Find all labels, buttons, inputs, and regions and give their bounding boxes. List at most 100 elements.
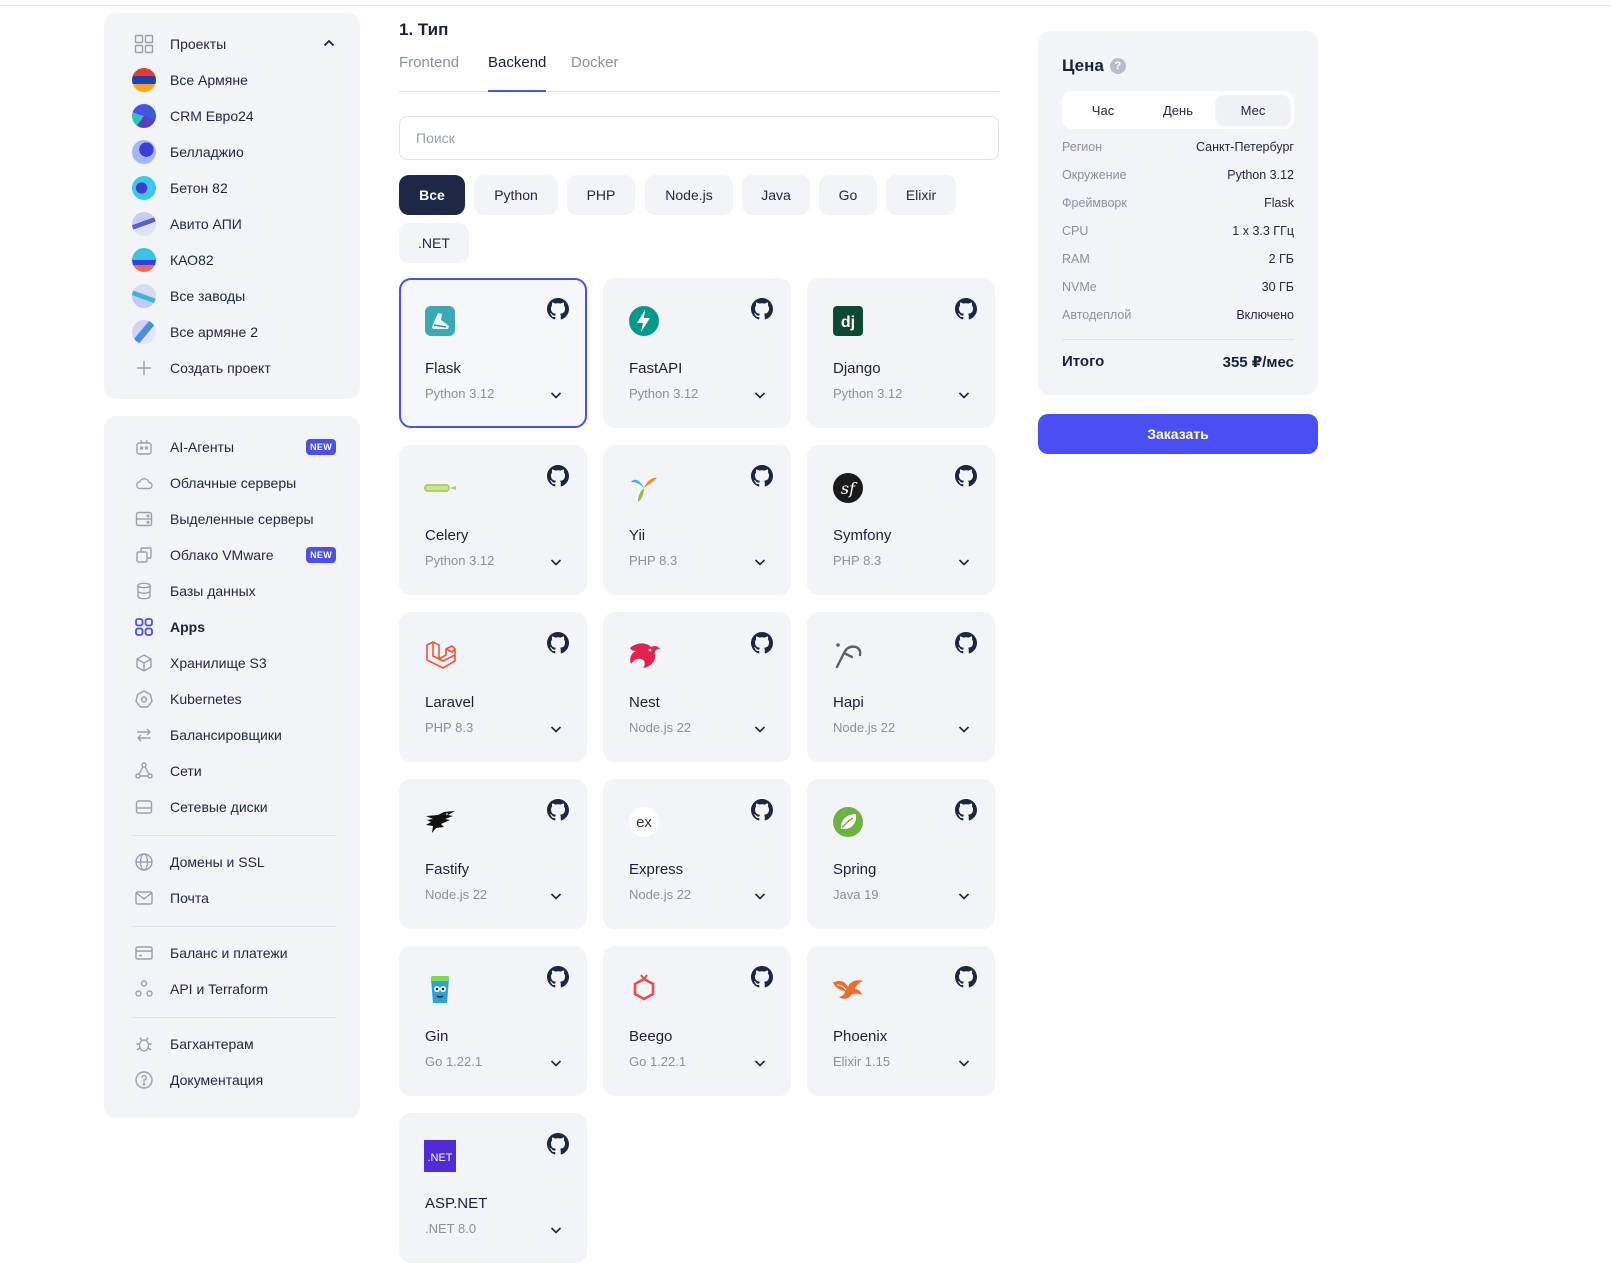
sidebar-item-databases[interactable]: Базы данных: [132, 575, 336, 607]
filter-chip-elixir[interactable]: Elixir: [886, 175, 956, 215]
filter-chip-php[interactable]: PHP: [567, 175, 635, 215]
project-item[interactable]: Авито АПИ: [132, 208, 336, 240]
project-item[interactable]: Все Армяне: [132, 64, 336, 96]
sidebar-item-bughunters[interactable]: Багхантерам: [132, 1028, 336, 1060]
github-icon[interactable]: [547, 465, 569, 487]
github-icon[interactable]: [955, 966, 977, 988]
chevron-down-icon[interactable]: [957, 722, 971, 741]
github-icon[interactable]: [547, 298, 569, 320]
sidebar-item-vmware[interactable]: Облако VMware NEW: [132, 539, 336, 571]
chevron-down-icon[interactable]: [957, 388, 971, 407]
chevron-down-icon[interactable]: [549, 388, 563, 407]
chevron-down-icon[interactable]: [753, 388, 767, 407]
framework-card[interactable]: Celery Python 3.12: [399, 445, 587, 595]
framework-card[interactable]: Beego Go 1.22.1: [603, 946, 791, 1096]
chevron-down-icon[interactable]: [957, 555, 971, 574]
sidebar-item-label: Kubernetes: [170, 691, 242, 707]
github-icon[interactable]: [955, 632, 977, 654]
framework-card[interactable]: Yii PHP 8.3: [603, 445, 791, 595]
sidebar-item-network-disks[interactable]: Сетевые диски: [132, 791, 336, 823]
chevron-down-icon[interactable]: [753, 889, 767, 908]
sidebar-item-balance[interactable]: Баланс и платежи: [132, 937, 336, 969]
github-icon[interactable]: [751, 966, 773, 988]
framework-card[interactable]: Gin Go 1.22.1: [399, 946, 587, 1096]
database-icon: [132, 579, 156, 603]
chevron-down-icon[interactable]: [957, 1056, 971, 1075]
framework-runtime: PHP 8.3: [629, 553, 678, 568]
create-project-button[interactable]: Создать проект: [132, 352, 336, 384]
filter-chip-nodejs[interactable]: Node.js: [645, 175, 733, 215]
framework-card[interactable]: Hapi Node.js 22: [807, 612, 995, 762]
framework-card[interactable]: sf Symfony PHP 8.3: [807, 445, 995, 595]
tab-docker[interactable]: Docker: [571, 54, 619, 92]
sidebar-item-api[interactable]: API и Terraform: [132, 973, 336, 1005]
sidebar-item-docs[interactable]: Документация: [132, 1064, 336, 1096]
framework-card[interactable]: dj Django Python 3.12: [807, 278, 995, 428]
project-item[interactable]: CRM Евро24: [132, 100, 336, 132]
chevron-down-icon[interactable]: [753, 555, 767, 574]
github-icon[interactable]: [955, 298, 977, 320]
sidebar-item-kubernetes[interactable]: Kubernetes: [132, 683, 336, 715]
github-icon[interactable]: [547, 632, 569, 654]
github-icon[interactable]: [751, 632, 773, 654]
help-icon[interactable]: ?: [1109, 58, 1126, 74]
sidebar-item-networks[interactable]: Сети: [132, 755, 336, 787]
chevron-up-icon[interactable]: [322, 36, 336, 55]
search-input[interactable]: [399, 116, 999, 160]
framework-card[interactable]: .NET ASP.NET .NET 8.0: [399, 1113, 587, 1263]
sidebar-item-mail[interactable]: Почта: [132, 882, 336, 914]
spring-logo-icon: [831, 805, 865, 839]
period-day[interactable]: День: [1141, 95, 1215, 125]
chevron-down-icon[interactable]: [753, 722, 767, 741]
github-icon[interactable]: [547, 1133, 569, 1155]
chevron-down-icon[interactable]: [753, 1056, 767, 1075]
period-hour[interactable]: Час: [1066, 95, 1140, 125]
network-icon: [132, 759, 156, 783]
framework-card[interactable]: Nest Node.js 22: [603, 612, 791, 762]
sidebar-item-domains[interactable]: Домены и SSL: [132, 846, 336, 878]
framework-runtime: Node.js 22: [833, 720, 896, 735]
project-item[interactable]: Все армяне 2: [132, 316, 336, 348]
chevron-down-icon[interactable]: [549, 555, 563, 574]
project-item[interactable]: Бетон 82: [132, 172, 336, 204]
tab-frontend[interactable]: Frontend: [399, 54, 459, 92]
sidebar-item-label: Хранилище S3: [170, 655, 267, 671]
filter-chip-dotnet[interactable]: .NET: [399, 223, 469, 263]
framework-card[interactable]: Spring Java 19: [807, 779, 995, 929]
github-icon[interactable]: [547, 966, 569, 988]
sidebar-item-s3[interactable]: Хранилище S3: [132, 647, 336, 679]
framework-card[interactable]: Flask Python 3.12: [399, 278, 587, 428]
filter-chip-go[interactable]: Go: [819, 175, 877, 215]
tab-backend[interactable]: Backend: [488, 54, 547, 92]
github-icon[interactable]: [547, 799, 569, 821]
github-icon[interactable]: [751, 298, 773, 320]
github-icon[interactable]: [751, 799, 773, 821]
sidebar-item-balancers[interactable]: Балансировщики: [132, 719, 336, 751]
chevron-down-icon[interactable]: [549, 1056, 563, 1075]
filter-chip-python[interactable]: Python: [474, 175, 558, 215]
filter-chip-all[interactable]: Все: [399, 175, 465, 215]
sidebar-item-dedicated-servers[interactable]: Выделенные серверы: [132, 503, 336, 535]
project-item[interactable]: КАО82: [132, 244, 336, 276]
framework-card[interactable]: ex Express Node.js 22: [603, 779, 791, 929]
chevron-down-icon[interactable]: [549, 722, 563, 741]
chevron-down-icon[interactable]: [957, 889, 971, 908]
project-item[interactable]: Белладжио: [132, 136, 336, 168]
order-button[interactable]: Заказать: [1038, 414, 1318, 454]
github-icon[interactable]: [955, 465, 977, 487]
sidebar-item-cloud-servers[interactable]: Облачные серверы: [132, 467, 336, 499]
chevron-down-icon[interactable]: [549, 889, 563, 908]
chevron-down-icon[interactable]: [549, 1223, 563, 1242]
framework-card[interactable]: Phoenix Elixir 1.15: [807, 946, 995, 1096]
framework-card[interactable]: Laravel PHP 8.3: [399, 612, 587, 762]
projects-header[interactable]: Проекты: [132, 28, 336, 60]
sidebar-item-apps[interactable]: Apps: [132, 611, 336, 643]
project-item[interactable]: Все заводы: [132, 280, 336, 312]
period-month[interactable]: Мес: [1216, 95, 1290, 125]
github-icon[interactable]: [955, 799, 977, 821]
framework-card[interactable]: Fastify Node.js 22: [399, 779, 587, 929]
sidebar-item-ai-agents[interactable]: AI-Агенты NEW: [132, 431, 336, 463]
github-icon[interactable]: [751, 465, 773, 487]
framework-card[interactable]: FastAPI Python 3.12: [603, 278, 791, 428]
filter-chip-java[interactable]: Java: [742, 175, 810, 215]
